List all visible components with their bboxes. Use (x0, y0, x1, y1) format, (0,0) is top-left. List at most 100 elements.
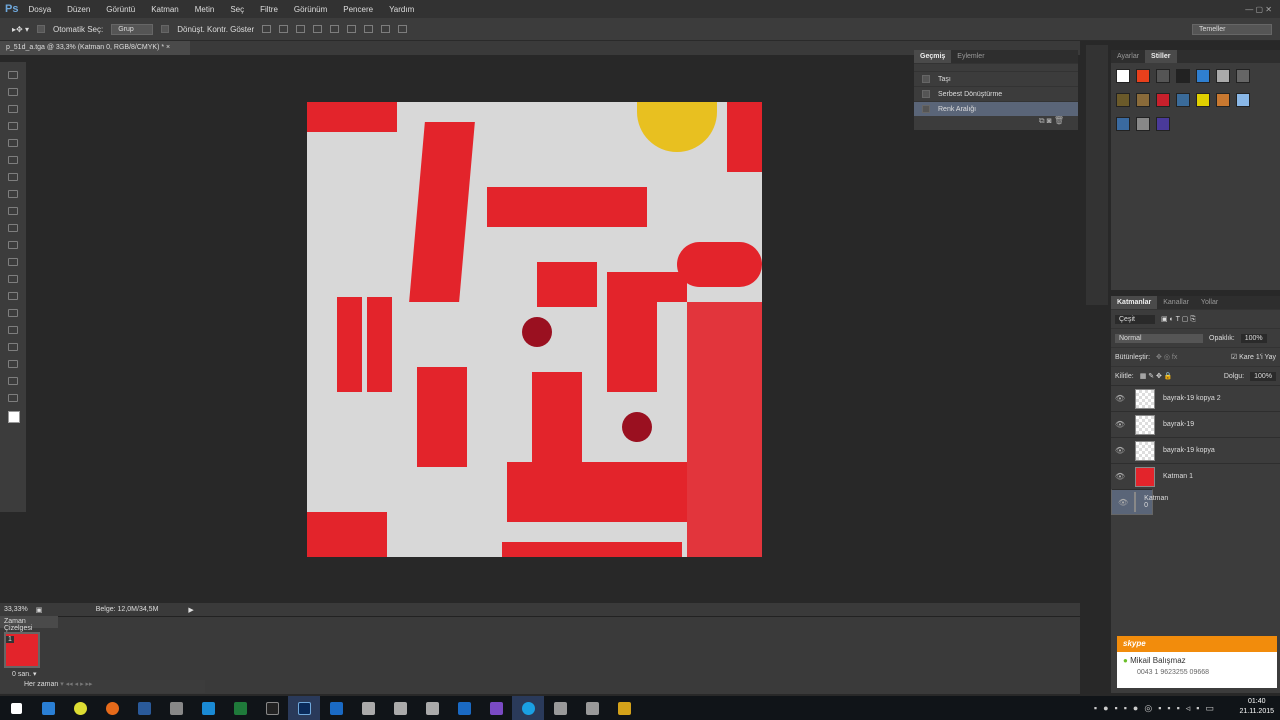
menu-pencere[interactable]: Pencere (343, 5, 373, 14)
lasso-tool-icon[interactable] (8, 105, 18, 113)
layer-row[interactable]: 👁 Katman 0 (1111, 489, 1168, 515)
visibility-eye-icon[interactable]: 👁 (1118, 498, 1128, 507)
visibility-eye-icon[interactable]: 👁 (1111, 394, 1129, 403)
zoom-tool-icon[interactable] (8, 394, 18, 402)
close-tab-icon[interactable]: × (166, 44, 170, 51)
app-icon[interactable] (448, 696, 480, 720)
visual-studio-icon[interactable] (480, 696, 512, 720)
crop-tool-icon[interactable] (8, 139, 18, 147)
dodge-tool-icon[interactable] (8, 292, 18, 300)
gradient-tool-icon[interactable] (8, 258, 18, 266)
history-brush-icon[interactable] (8, 224, 18, 232)
style-swatch[interactable] (1156, 93, 1170, 107)
eyedropper-icon[interactable] (8, 156, 18, 164)
tab-adjustments[interactable]: Ayarlar (1111, 50, 1145, 63)
type-tool-icon[interactable] (8, 326, 18, 334)
tab-actions[interactable]: Eylemler (951, 50, 990, 63)
style-swatch[interactable] (1116, 93, 1130, 107)
menu-sec[interactable]: Seç (230, 5, 244, 14)
style-swatch[interactable] (1236, 69, 1250, 83)
photoshop-taskbar-icon[interactable] (288, 696, 320, 720)
color-swatch-icon[interactable] (8, 411, 20, 423)
workspace-dropdown[interactable]: Temeller (1192, 23, 1272, 35)
app-icon[interactable] (320, 696, 352, 720)
skype-taskbar-icon[interactable] (192, 696, 224, 720)
timeline-title[interactable]: Zaman Çizelgesi (0, 616, 58, 632)
hand-tool-icon[interactable] (8, 377, 18, 385)
unify-icons[interactable]: ✥ ◎ fx (1156, 353, 1177, 361)
animation-frame[interactable]: 1 (4, 632, 40, 668)
style-swatch[interactable] (1116, 117, 1130, 131)
healing-brush-icon[interactable] (8, 173, 18, 181)
menu-gorunum[interactable]: Görünüm (294, 5, 327, 14)
tab-styles[interactable]: Stiller (1145, 50, 1177, 63)
cmd-icon[interactable] (256, 696, 288, 720)
style-swatch[interactable] (1156, 69, 1170, 83)
history-item[interactable]: Taşı (914, 71, 1078, 86)
menu-goruntu[interactable]: Görüntü (106, 5, 135, 14)
style-swatch[interactable] (1156, 117, 1170, 131)
align-center-icon[interactable] (330, 25, 340, 33)
menu-filtre[interactable]: Filtre (260, 5, 278, 14)
settings-icon[interactable] (160, 696, 192, 720)
layer-row[interactable]: 👁 Katman 1 (1111, 463, 1280, 489)
align-right-icon[interactable] (347, 25, 357, 33)
eraser-icon[interactable] (8, 241, 18, 249)
style-swatch[interactable] (1136, 93, 1150, 107)
path-select-icon[interactable] (8, 343, 18, 351)
app-icon[interactable] (128, 696, 160, 720)
explorer-icon[interactable] (32, 696, 64, 720)
panel-dock[interactable] (1086, 45, 1108, 305)
move-tool-icon[interactable] (8, 71, 18, 79)
menu-katman[interactable]: Katman (151, 5, 179, 14)
layer-row[interactable]: 👁 bayrak-19 kopya (1111, 437, 1280, 463)
app-icon[interactable] (608, 696, 640, 720)
layer-row[interactable]: 👁 bayrak-19 kopya 2 (1111, 385, 1280, 411)
style-swatch[interactable] (1176, 93, 1190, 107)
history-actions[interactable]: ⧉ ◙ 🗑 (914, 116, 1078, 126)
style-swatch[interactable] (1196, 69, 1210, 83)
move-tool-icon[interactable]: ▸✥ ▾ (12, 25, 29, 34)
history-item-selected[interactable]: Renk Aralığı (914, 101, 1078, 116)
transform-controls-checkbox[interactable] (161, 25, 170, 33)
app-icon[interactable] (576, 696, 608, 720)
lock-icons[interactable]: ▦ ✎ ✥ 🔒 (1140, 372, 1173, 380)
excel-icon[interactable] (224, 696, 256, 720)
stamp-tool-icon[interactable] (8, 207, 18, 215)
align-bottom-icon[interactable] (296, 25, 306, 33)
distribute-icon[interactable] (398, 25, 408, 33)
chrome-icon[interactable] (64, 696, 96, 720)
app-icon[interactable] (384, 696, 416, 720)
skype-taskbar-icon[interactable] (512, 696, 544, 720)
visibility-eye-icon[interactable]: 👁 (1111, 446, 1129, 455)
style-swatch[interactable] (1136, 117, 1150, 131)
image-canvas[interactable] (307, 102, 762, 557)
style-swatch[interactable] (1236, 93, 1250, 107)
distribute-icon[interactable] (381, 25, 391, 33)
loop-dropdown[interactable]: Her zaman (24, 681, 58, 688)
tab-layers[interactable]: Katmanlar (1111, 296, 1158, 309)
document-tab[interactable]: p_51d_a.tga @ 33,3% (Katman 0, RGB/8/CMY… (0, 41, 190, 55)
style-swatch[interactable] (1136, 69, 1150, 83)
playback-controls-icon[interactable]: ▾ ◂◂ ◂ ▸ ▸▸ (60, 681, 92, 688)
pen-tool-icon[interactable] (8, 309, 18, 317)
align-middle-icon[interactable] (279, 25, 289, 33)
history-item[interactable]: Serbest Dönüştürme (914, 86, 1078, 101)
layer-filter-dropdown[interactable]: Çeşit (1115, 314, 1155, 324)
menu-yardim[interactable]: Yardım (389, 5, 414, 14)
opacity-input[interactable]: 100% (1240, 333, 1267, 343)
style-swatch[interactable] (1216, 93, 1230, 107)
status-menu-arrow-icon[interactable]: ▶ (188, 606, 193, 614)
window-controls[interactable]: — ▢ ✕ (1245, 5, 1272, 14)
zoom-level[interactable]: 33,33% (4, 606, 28, 613)
propagate-checkbox[interactable]: ☑ Kare 1'i Yay (1231, 353, 1276, 361)
clock[interactable]: 01:40 21.11.2015 (1239, 697, 1274, 717)
start-button[interactable] (0, 696, 32, 720)
app-icon[interactable] (544, 696, 576, 720)
visibility-eye-icon[interactable]: 👁 (1111, 472, 1129, 481)
shape-tool-icon[interactable] (8, 360, 18, 368)
skype-notification[interactable]: skype ● Mikail Balışmaz 0043 1 9623255 0… (1117, 636, 1277, 688)
magic-wand-icon[interactable] (8, 122, 18, 130)
visibility-eye-icon[interactable]: 👁 (1111, 420, 1129, 429)
status-icon[interactable]: ▣ (36, 606, 96, 614)
